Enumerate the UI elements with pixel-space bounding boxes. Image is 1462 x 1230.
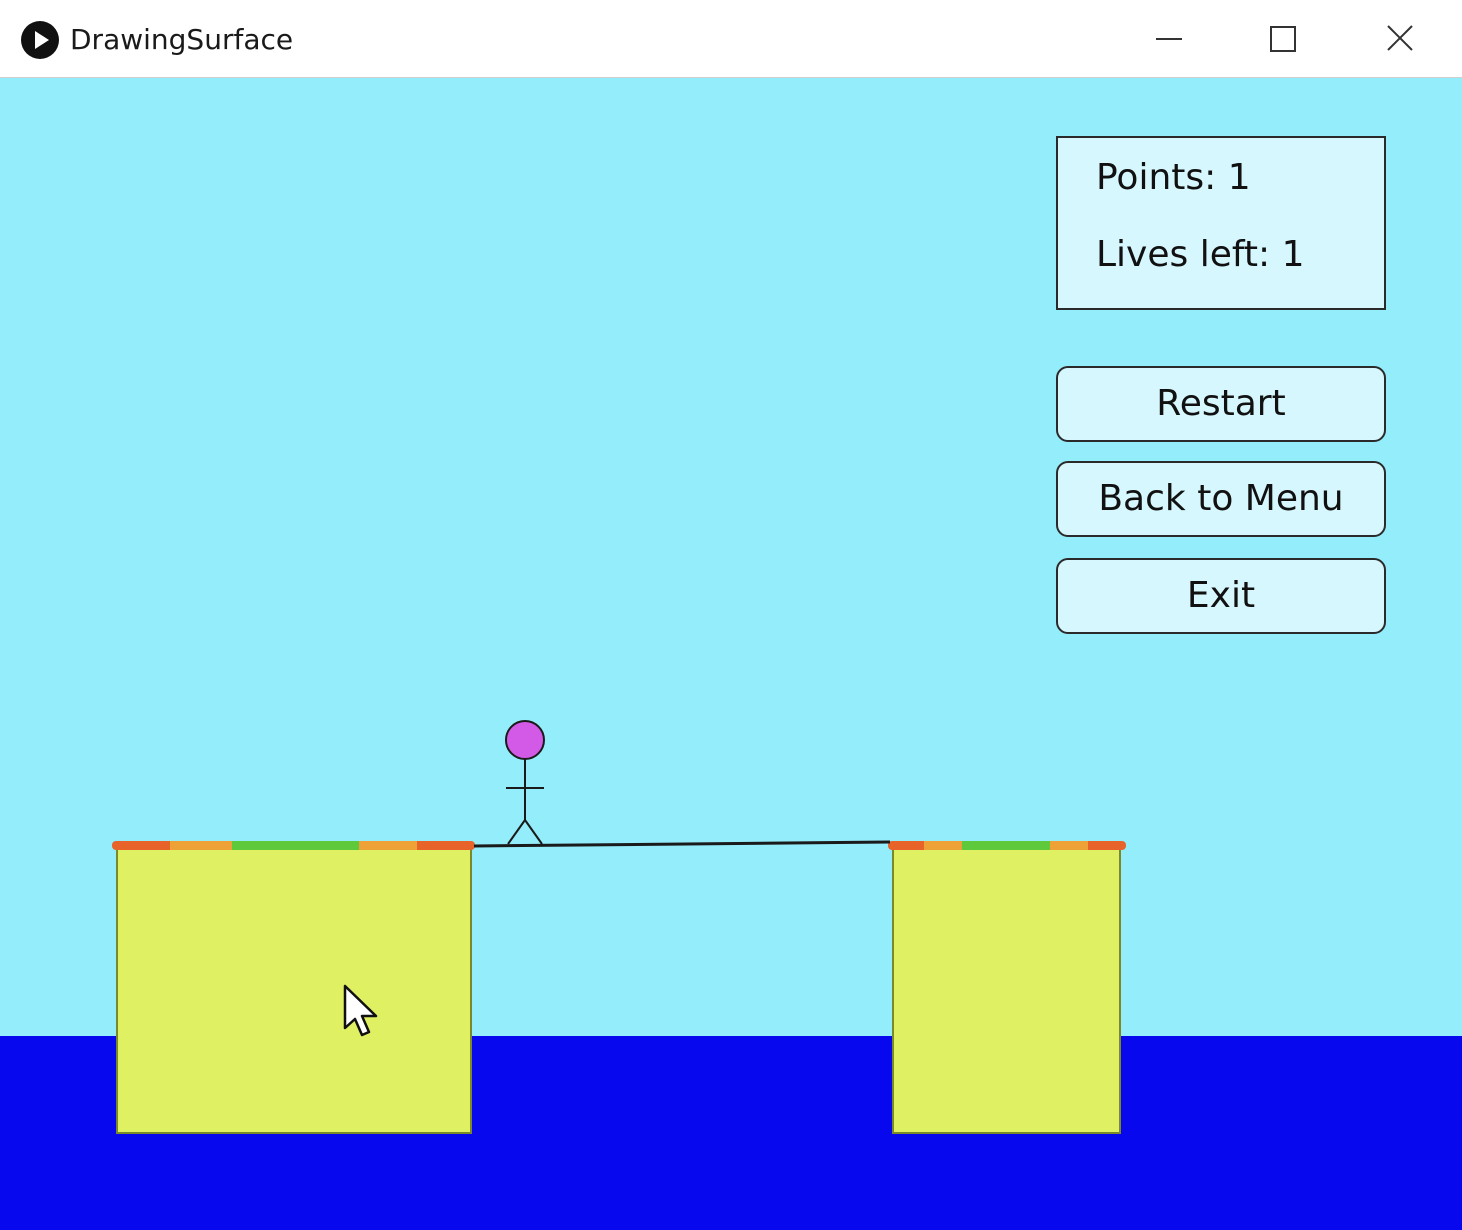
drawing-surface[interactable]: Points: 1 Lives left: 1 Restart Back to … xyxy=(0,78,1462,1230)
close-button[interactable] xyxy=(1370,14,1430,64)
restart-button[interactable]: Restart xyxy=(1056,366,1386,442)
mouse-cursor-icon xyxy=(343,984,378,1037)
maximize-icon xyxy=(1270,26,1296,52)
minimize-icon xyxy=(1156,38,1182,40)
title-bar[interactable]: DrawingSurface xyxy=(0,0,1462,78)
close-icon xyxy=(1387,25,1413,51)
window-title: DrawingSurface xyxy=(70,23,294,56)
exit-button[interactable]: Exit xyxy=(1056,558,1386,634)
game-window: DrawingSurface Points: 1 Lives left: 1 R… xyxy=(0,0,1462,1230)
lives-label: Lives left: 1 xyxy=(1096,234,1305,275)
stickman xyxy=(505,720,545,845)
points-label: Points: 1 xyxy=(1096,157,1251,198)
stickman-head xyxy=(505,720,545,760)
back-to-menu-button[interactable]: Back to Menu xyxy=(1056,461,1386,537)
maximize-button[interactable] xyxy=(1253,14,1313,64)
score-panel: Points: 1 Lives left: 1 xyxy=(1056,136,1386,310)
minimize-button[interactable] xyxy=(1138,14,1198,64)
bridge-stick xyxy=(473,840,891,848)
play-circle-icon xyxy=(21,21,59,59)
